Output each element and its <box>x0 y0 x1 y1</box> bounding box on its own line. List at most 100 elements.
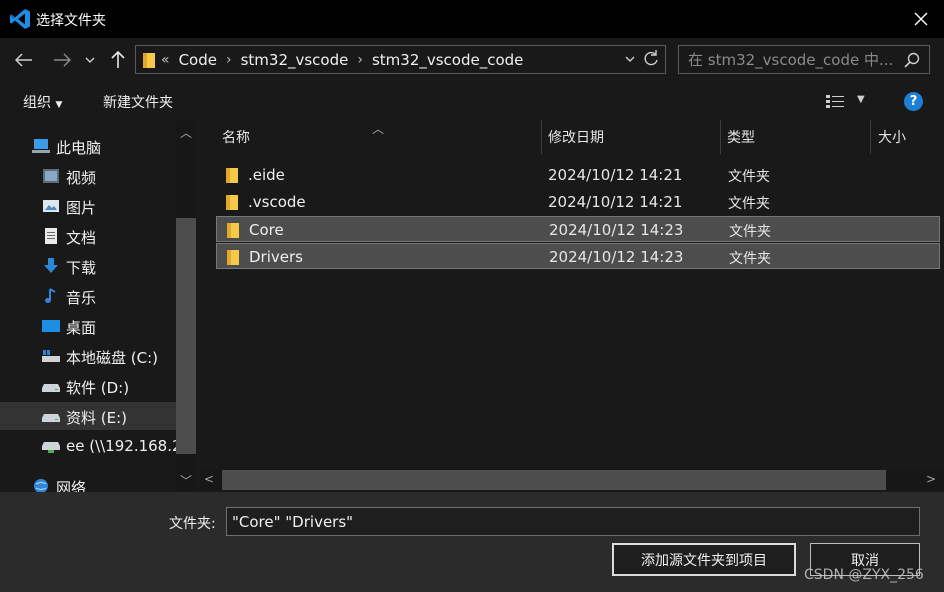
drive-icon <box>42 414 60 422</box>
vscode-icon <box>10 9 30 29</box>
chevron-up-icon[interactable]: ︿ <box>180 124 192 141</box>
file-list-horizontal-scrollbar[interactable]: < > <box>200 470 944 490</box>
scrollbar-thumb[interactable] <box>222 470 886 490</box>
folder-icon <box>227 223 239 238</box>
title-bar: 选择文件夹 <box>0 0 944 38</box>
navigation-pane: 此电脑 视频 图片 文档 下载 音乐 桌面 本地磁盘 (C:) 软件 (D:) … <box>0 120 196 492</box>
chevron-right-icon[interactable]: › <box>222 52 236 68</box>
column-header-type[interactable]: 类型 <box>727 120 755 154</box>
network-drive-icon <box>42 442 60 453</box>
window-title: 选择文件夹 <box>36 13 106 29</box>
column-divider[interactable] <box>541 120 542 154</box>
address-history-dropdown[interactable] <box>625 51 635 65</box>
desktop-icon <box>42 320 60 332</box>
chevron-right-icon[interactable]: › <box>353 52 367 68</box>
dialog-footer: 文件夹: 添加源文件夹到项目 取消 CSDN @ZYX_256 <box>0 492 944 592</box>
file-row[interactable]: Drivers 2024/10/12 14:23 文件夹 <box>216 243 940 269</box>
file-date: 2024/10/12 14:21 <box>548 166 683 184</box>
up-button[interactable] <box>104 46 132 74</box>
sidebar-item-network-drive[interactable]: ee (\\192.168.2 <box>0 432 182 460</box>
column-divider[interactable] <box>720 120 721 154</box>
file-row[interactable]: Core 2024/10/12 14:23 文件夹 <box>216 216 940 242</box>
sidebar-item-label: 本地磁盘 (C:) <box>66 349 158 367</box>
file-name: .eide <box>248 166 285 184</box>
video-icon <box>43 169 59 183</box>
chevron-down-icon[interactable]: ﹀ <box>180 472 192 489</box>
file-date: 2024/10/12 14:21 <box>548 193 683 211</box>
refresh-button[interactable] <box>643 49 659 71</box>
command-toolbar: 组织 ▼ 新建文件夹 ▼ ? <box>0 82 944 120</box>
sidebar-item-label: 软件 (D:) <box>66 379 130 397</box>
new-folder-button[interactable]: 新建文件夹 <box>103 92 173 112</box>
drive-c-icon <box>42 350 60 362</box>
file-type: 文件夹 <box>728 196 770 212</box>
folder-field-label: 文件夹: <box>169 516 216 532</box>
network-icon <box>34 479 48 492</box>
pictures-icon <box>43 200 59 212</box>
arrow-up-icon <box>111 51 125 68</box>
watermark: CSDN @ZYX_256 <box>804 567 924 583</box>
address-bar[interactable]: « Code › stm32_vscode › stm32_vscode_cod… <box>135 45 666 74</box>
breadcrumb-item[interactable]: stm32_vscode <box>236 51 354 69</box>
sidebar-item-label: 视频 <box>66 169 97 187</box>
column-header-size[interactable]: 大小 <box>878 120 906 154</box>
sidebar-item-label: 此电脑 <box>56 139 102 157</box>
file-row[interactable]: .eide 2024/10/12 14:21 文件夹 <box>216 162 940 188</box>
column-header-name[interactable]: 名称 <box>222 120 250 154</box>
sidebar-item-documents[interactable]: 文档 <box>0 222 176 250</box>
sidebar-item-desktop[interactable]: 桌面 <box>0 312 176 340</box>
arrow-right-icon <box>54 53 71 67</box>
sidebar-item-music[interactable]: 音乐 <box>0 282 176 310</box>
column-header-date[interactable]: 修改日期 <box>548 120 604 154</box>
sort-ascending-icon: ︿ <box>372 122 385 136</box>
navigation-bar: « Code › stm32_vscode › stm32_vscode_cod… <box>0 38 944 82</box>
back-button[interactable] <box>10 46 38 74</box>
sidebar-item-drive-d[interactable]: 软件 (D:) <box>0 372 176 400</box>
sidebar-item-downloads[interactable]: 下载 <box>0 252 176 280</box>
sidebar-scrollbar[interactable]: ︿ ﹀ <box>176 120 196 492</box>
close-button[interactable] <box>898 0 944 38</box>
sidebar-item-label: 文档 <box>66 229 97 247</box>
file-type: 文件夹 <box>728 169 770 185</box>
folder-icon <box>143 52 155 68</box>
music-icon <box>45 288 56 303</box>
download-icon <box>44 258 58 273</box>
file-date: 2024/10/12 14:23 <box>549 221 684 239</box>
sidebar-item-label: 音乐 <box>66 289 97 307</box>
chevron-right-icon[interactable]: > <box>926 472 936 486</box>
organize-menu[interactable]: 组织 ▼ <box>23 92 62 112</box>
search-placeholder: 在 stm32_vscode_code 中... <box>688 51 894 69</box>
forward-button[interactable] <box>48 46 76 74</box>
sidebar-item-label: 资料 (E:) <box>66 409 128 427</box>
sidebar-item-drive-c[interactable]: 本地磁盘 (C:) <box>0 342 176 370</box>
column-divider[interactable] <box>870 120 871 154</box>
breadcrumb-overflow[interactable]: « <box>157 52 174 68</box>
sidebar-item-pictures[interactable]: 图片 <box>0 192 176 220</box>
search-input[interactable]: 在 stm32_vscode_code 中... <box>678 45 930 74</box>
add-source-folder-button[interactable]: 添加源文件夹到项目 <box>612 543 796 576</box>
file-type: 文件夹 <box>729 251 771 267</box>
caret-down-icon[interactable]: ▼ <box>857 94 865 105</box>
view-options-icon[interactable] <box>826 94 846 108</box>
sidebar-item-this-pc[interactable]: 此电脑 <box>0 132 176 160</box>
scrollbar-thumb[interactable] <box>176 218 196 454</box>
chevron-left-icon[interactable]: < <box>204 472 214 486</box>
folder-icon <box>226 168 238 183</box>
breadcrumb-item[interactable]: Code <box>174 51 222 69</box>
file-date: 2024/10/12 14:23 <box>549 248 684 266</box>
close-icon <box>914 12 928 26</box>
computer-icon <box>32 139 50 153</box>
help-icon[interactable]: ? <box>904 92 923 111</box>
caret-down-icon: ▼ <box>55 100 63 110</box>
sidebar-item-network[interactable]: 网络 <box>0 472 176 492</box>
refresh-icon <box>644 50 658 66</box>
file-row[interactable]: .vscode 2024/10/12 14:21 文件夹 <box>216 189 940 215</box>
breadcrumb-item[interactable]: stm32_vscode_code <box>367 51 528 69</box>
file-type: 文件夹 <box>729 224 771 240</box>
sidebar-item-videos[interactable]: 视频 <box>0 162 176 190</box>
file-name: Core <box>249 221 284 239</box>
folder-name-input[interactable] <box>226 507 920 536</box>
sidebar-item-label: 网络 <box>56 479 87 492</box>
recent-locations-button[interactable] <box>80 46 100 74</box>
sidebar-item-drive-e[interactable]: 资料 (E:) <box>0 402 176 430</box>
